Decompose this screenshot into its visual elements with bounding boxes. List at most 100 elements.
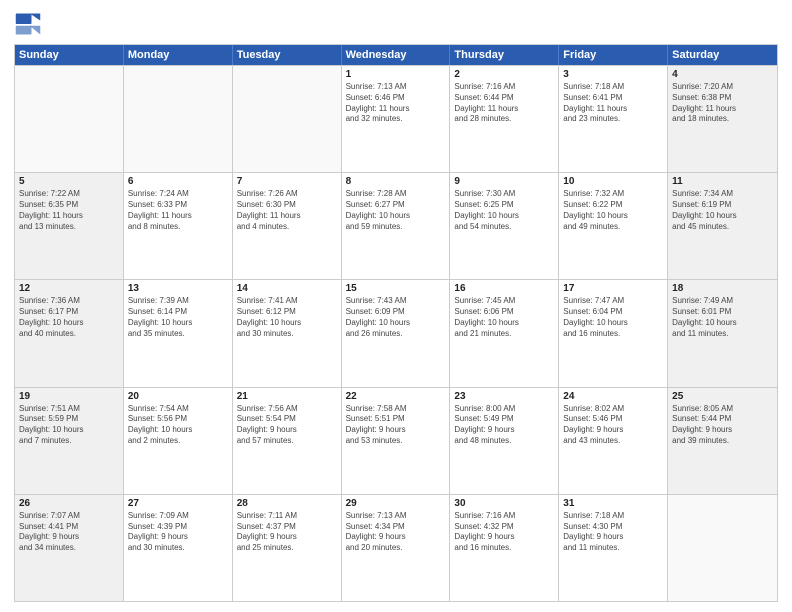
day-info: Sunrise: 7:16 AM Sunset: 4:32 PM Dayligh… (454, 511, 554, 554)
day-info: Sunrise: 7:34 AM Sunset: 6:19 PM Dayligh… (672, 189, 773, 232)
day-info: Sunrise: 8:00 AM Sunset: 5:49 PM Dayligh… (454, 404, 554, 447)
calendar-cell: 31 Sunrise: 7:18 AM Sunset: 4:30 PM Dayli… (559, 495, 668, 601)
day-info: Sunrise: 8:02 AM Sunset: 5:46 PM Dayligh… (563, 404, 663, 447)
weekday-header-monday: Monday (124, 45, 233, 65)
day-info: Sunrise: 7:36 AM Sunset: 6:17 PM Dayligh… (19, 296, 119, 339)
calendar-cell: 4Sunrise: 7:20 AM Sunset: 6:38 PM Daylig… (668, 66, 777, 172)
day-info: Sunrise: 7:43 AM Sunset: 6:09 PM Dayligh… (346, 296, 446, 339)
calendar-row-1: 5 Sunrise: 7:22 AM Sunset: 6:35 PM Daylig… (15, 172, 777, 279)
day-number: 17 (563, 283, 663, 294)
calendar-cell: 15Sunrise: 7:43 AM Sunset: 6:09 PM Dayli… (342, 280, 451, 386)
calendar-cell (15, 66, 124, 172)
day-number: 31 (563, 498, 663, 509)
weekday-header-saturday: Saturday (668, 45, 777, 65)
calendar-cell: 8 Sunrise: 7:28 AM Sunset: 6:27 PM Daylig… (342, 173, 451, 279)
weekday-header-sunday: Sunday (15, 45, 124, 65)
day-info: Sunrise: 7:28 AM Sunset: 6:27 PM Dayligh… (346, 189, 446, 232)
day-info: Sunrise: 7:47 AM Sunset: 6:04 PM Dayligh… (563, 296, 663, 339)
calendar-cell: 30 Sunrise: 7:16 AM Sunset: 4:32 PM Dayli… (450, 495, 559, 601)
day-number: 19 (19, 391, 119, 402)
calendar-cell: 1 Sunrise: 7:13 AM Sunset: 6:46 PM Daylig… (342, 66, 451, 172)
day-info: Sunrise: 8:05 AM Sunset: 5:44 PM Dayligh… (672, 404, 773, 447)
day-number: 28 (237, 498, 337, 509)
day-number: 9 (454, 176, 554, 187)
day-info: Sunrise: 7:18 AM Sunset: 6:41 PM Dayligh… (563, 82, 663, 125)
calendar-cell: 16 Sunrise: 7:45 AM Sunset: 6:06 PM Dayli… (450, 280, 559, 386)
day-number: 14 (237, 283, 337, 294)
calendar-cell (124, 66, 233, 172)
weekday-header-tuesday: Tuesday (233, 45, 342, 65)
calendar-cell (668, 495, 777, 601)
day-info: Sunrise: 7:24 AM Sunset: 6:33 PM Dayligh… (128, 189, 228, 232)
day-number: 4 (672, 69, 773, 80)
calendar-row-4: 26Sunrise: 7:07 AM Sunset: 4:41 PM Dayli… (15, 494, 777, 601)
day-number: 1 (346, 69, 446, 80)
calendar-cell: 26Sunrise: 7:07 AM Sunset: 4:41 PM Dayli… (15, 495, 124, 601)
calendar-cell: 29 Sunrise: 7:13 AM Sunset: 4:34 PM Dayli… (342, 495, 451, 601)
day-number: 7 (237, 176, 337, 187)
calendar-cell: 10 Sunrise: 7:32 AM Sunset: 6:22 PM Dayli… (559, 173, 668, 279)
day-number: 18 (672, 283, 773, 294)
calendar-cell: 5 Sunrise: 7:22 AM Sunset: 6:35 PM Daylig… (15, 173, 124, 279)
calendar-row-2: 12 Sunrise: 7:36 AM Sunset: 6:17 PM Dayli… (15, 279, 777, 386)
calendar-cell: 13Sunrise: 7:39 AM Sunset: 6:14 PM Dayli… (124, 280, 233, 386)
day-info: Sunrise: 7:16 AM Sunset: 6:44 PM Dayligh… (454, 82, 554, 125)
calendar-cell: 20Sunrise: 7:54 AM Sunset: 5:56 PM Dayli… (124, 388, 233, 494)
day-number: 2 (454, 69, 554, 80)
day-info: Sunrise: 7:45 AM Sunset: 6:06 PM Dayligh… (454, 296, 554, 339)
calendar-cell (233, 66, 342, 172)
calendar-cell: 22Sunrise: 7:58 AM Sunset: 5:51 PM Dayli… (342, 388, 451, 494)
calendar-header: SundayMondayTuesdayWednesdayThursdayFrid… (15, 45, 777, 65)
day-info: Sunrise: 7:41 AM Sunset: 6:12 PM Dayligh… (237, 296, 337, 339)
day-info: Sunrise: 7:56 AM Sunset: 5:54 PM Dayligh… (237, 404, 337, 447)
page: SundayMondayTuesdayWednesdayThursdayFrid… (0, 0, 792, 612)
day-info: Sunrise: 7:30 AM Sunset: 6:25 PM Dayligh… (454, 189, 554, 232)
day-number: 30 (454, 498, 554, 509)
calendar-row-0: 1 Sunrise: 7:13 AM Sunset: 6:46 PM Daylig… (15, 65, 777, 172)
calendar-cell: 6Sunrise: 7:24 AM Sunset: 6:33 PM Daylig… (124, 173, 233, 279)
logo (14, 10, 46, 38)
day-info: Sunrise: 7:13 AM Sunset: 6:46 PM Dayligh… (346, 82, 446, 125)
calendar-cell: 21 Sunrise: 7:56 AM Sunset: 5:54 PM Dayli… (233, 388, 342, 494)
day-info: Sunrise: 7:09 AM Sunset: 4:39 PM Dayligh… (128, 511, 228, 554)
calendar-cell: 24 Sunrise: 8:02 AM Sunset: 5:46 PM Dayli… (559, 388, 668, 494)
day-info: Sunrise: 7:13 AM Sunset: 4:34 PM Dayligh… (346, 511, 446, 554)
calendar-cell: 14 Sunrise: 7:41 AM Sunset: 6:12 PM Dayli… (233, 280, 342, 386)
calendar-body: 1 Sunrise: 7:13 AM Sunset: 6:46 PM Daylig… (15, 65, 777, 601)
day-number: 8 (346, 176, 446, 187)
day-info: Sunrise: 7:39 AM Sunset: 6:14 PM Dayligh… (128, 296, 228, 339)
calendar-cell: 2 Sunrise: 7:16 AM Sunset: 6:44 PM Daylig… (450, 66, 559, 172)
day-number: 21 (237, 391, 337, 402)
day-number: 3 (563, 69, 663, 80)
calendar-cell: 28 Sunrise: 7:11 AM Sunset: 4:37 PM Dayli… (233, 495, 342, 601)
calendar-cell: 19Sunrise: 7:51 AM Sunset: 5:59 PM Dayli… (15, 388, 124, 494)
logo-icon (14, 10, 42, 38)
calendar-cell: 23 Sunrise: 8:00 AM Sunset: 5:49 PM Dayli… (450, 388, 559, 494)
calendar-cell: 27 Sunrise: 7:09 AM Sunset: 4:39 PM Dayli… (124, 495, 233, 601)
day-info: Sunrise: 7:54 AM Sunset: 5:56 PM Dayligh… (128, 404, 228, 447)
day-info: Sunrise: 7:11 AM Sunset: 4:37 PM Dayligh… (237, 511, 337, 554)
day-number: 10 (563, 176, 663, 187)
day-number: 23 (454, 391, 554, 402)
day-number: 12 (19, 283, 119, 294)
weekday-header-wednesday: Wednesday (342, 45, 451, 65)
day-info: Sunrise: 7:58 AM Sunset: 5:51 PM Dayligh… (346, 404, 446, 447)
day-number: 25 (672, 391, 773, 402)
calendar-cell: 17 Sunrise: 7:47 AM Sunset: 6:04 PM Dayli… (559, 280, 668, 386)
calendar-row-3: 19Sunrise: 7:51 AM Sunset: 5:59 PM Dayli… (15, 387, 777, 494)
day-number: 5 (19, 176, 119, 187)
day-number: 27 (128, 498, 228, 509)
calendar: SundayMondayTuesdayWednesdayThursdayFrid… (14, 44, 778, 602)
day-info: Sunrise: 7:22 AM Sunset: 6:35 PM Dayligh… (19, 189, 119, 232)
day-info: Sunrise: 7:32 AM Sunset: 6:22 PM Dayligh… (563, 189, 663, 232)
calendar-cell: 25 Sunrise: 8:05 AM Sunset: 5:44 PM Dayli… (668, 388, 777, 494)
day-info: Sunrise: 7:18 AM Sunset: 4:30 PM Dayligh… (563, 511, 663, 554)
day-number: 29 (346, 498, 446, 509)
calendar-cell: 9 Sunrise: 7:30 AM Sunset: 6:25 PM Daylig… (450, 173, 559, 279)
day-info: Sunrise: 7:07 AM Sunset: 4:41 PM Dayligh… (19, 511, 119, 554)
calendar-cell: 11Sunrise: 7:34 AM Sunset: 6:19 PM Dayli… (668, 173, 777, 279)
day-number: 24 (563, 391, 663, 402)
day-number: 16 (454, 283, 554, 294)
calendar-cell: 12 Sunrise: 7:36 AM Sunset: 6:17 PM Dayli… (15, 280, 124, 386)
calendar-cell: 18Sunrise: 7:49 AM Sunset: 6:01 PM Dayli… (668, 280, 777, 386)
